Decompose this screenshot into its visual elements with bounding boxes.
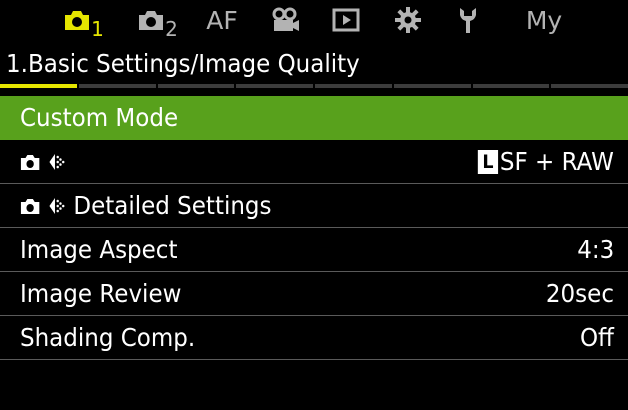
tab-shooting-2[interactable]: 2 [128, 0, 188, 40]
menu-item-value: Off [580, 323, 614, 352]
menu-item-value: L SF + RAW [477, 147, 614, 176]
page-indicator-segment [78, 84, 156, 88]
menu-list: Custom Mode L SF + RAW Detailed Settings… [0, 96, 628, 360]
tab-custom[interactable] [440, 0, 496, 40]
tab-my-label: My [525, 5, 563, 35]
page-indicator-segment [393, 84, 471, 88]
menu-item-image-aspect[interactable]: Image Aspect 4:3 [0, 228, 628, 272]
page-indicator-segment [315, 84, 392, 88]
page-indicator-segment [157, 84, 235, 88]
menu-item-shading-comp[interactable]: Shading Comp. Off [0, 316, 628, 360]
tab-video[interactable] [258, 0, 314, 40]
playback-icon [332, 8, 360, 32]
menu-item-label [20, 152, 66, 172]
still-image-quality-icon [20, 152, 66, 172]
menu-item-image-review[interactable]: Image Review 20sec [0, 272, 628, 316]
menu-item-custom-mode[interactable]: Custom Mode [0, 96, 628, 140]
menu-item-label: Custom Mode [20, 103, 179, 132]
wrench-icon [460, 8, 476, 33]
menu-item-value: 20sec [545, 279, 614, 308]
tab-index: 2 [165, 17, 178, 41]
menu-item-value: 4:3 [576, 235, 614, 264]
menu-item-image-quality[interactable]: L SF + RAW [0, 140, 628, 184]
image-quality-value: SF + RAW [500, 147, 614, 176]
tab-setup[interactable] [380, 0, 436, 40]
camera-icon [20, 154, 40, 170]
still-image-quality-icon [20, 196, 66, 216]
quality-diamond-icon [49, 197, 65, 214]
page-indicator-segment [236, 84, 313, 88]
detailed-settings-label: Detailed Settings [73, 191, 272, 220]
camera-icon [139, 11, 164, 30]
gear-icon [395, 7, 421, 33]
menu-item-label: Detailed Settings [20, 191, 272, 220]
tab-af-label: AF [206, 5, 238, 35]
tab-bar: 1 2 AF My [0, 0, 628, 44]
quality-diamond-icon [49, 153, 65, 170]
tab-index: 1 [91, 17, 104, 41]
camera-icon [65, 11, 90, 30]
page-indicator-segment [472, 84, 550, 88]
tab-my-menu[interactable]: My [514, 0, 574, 40]
page-indicator [0, 84, 628, 88]
menu-item-label: Shading Comp. [20, 323, 196, 352]
page-indicator-segment [0, 84, 77, 88]
menu-item-label: Image Review [20, 279, 182, 308]
size-large-badge: L [477, 149, 499, 174]
tab-playback[interactable] [318, 0, 374, 40]
menu-item-label: Image Aspect [20, 235, 178, 264]
tab-shooting-1[interactable]: 1 [54, 0, 114, 40]
movie-camera-icon [272, 7, 299, 31]
camera-icon [20, 198, 40, 214]
menu-item-detailed-settings[interactable]: Detailed Settings [0, 184, 628, 228]
page-indicator-segment [551, 84, 628, 88]
tab-af[interactable]: AF [192, 0, 252, 40]
page-title: 1.Basic Settings/Image Quality [6, 49, 360, 78]
